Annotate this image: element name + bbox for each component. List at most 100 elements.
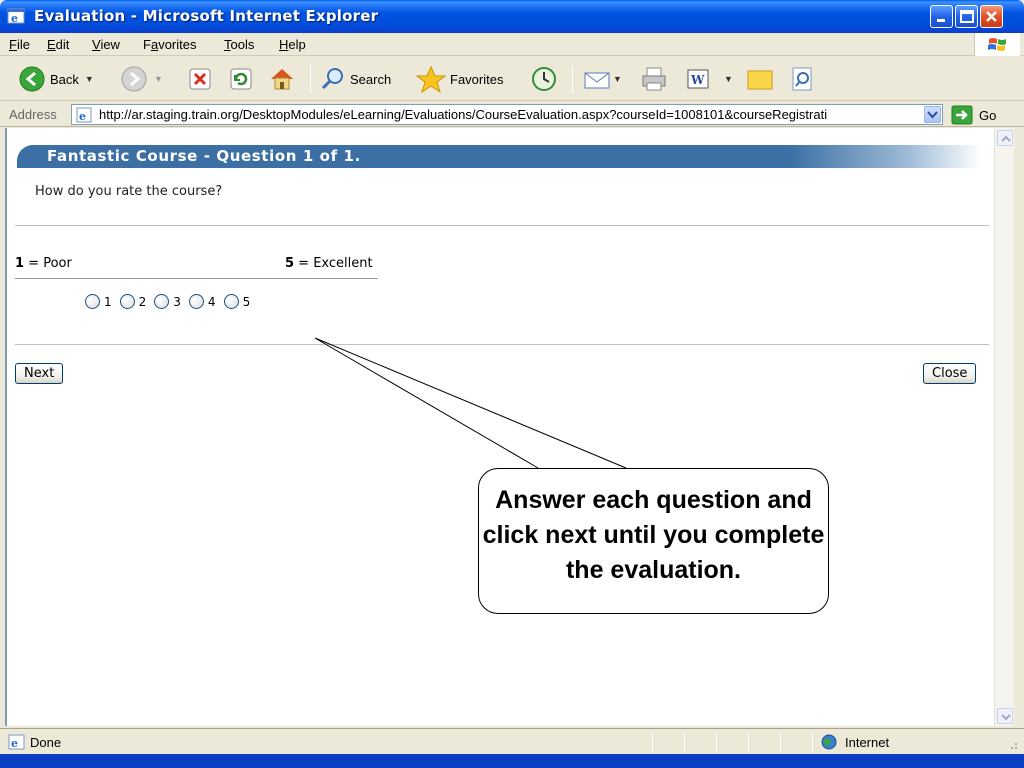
question-header-title: Fantastic Course - Question 1 of 1. bbox=[47, 147, 361, 165]
status-divider bbox=[812, 732, 813, 752]
page-icon: e bbox=[76, 107, 92, 123]
browser-window: e Evaluation - Microsoft Internet Explor… bbox=[0, 0, 1024, 768]
menu-help[interactable]: Help bbox=[279, 37, 306, 52]
status-divider bbox=[780, 732, 781, 752]
menu-tools[interactable]: Tools bbox=[224, 37, 254, 52]
status-bar: e Done Internet bbox=[0, 728, 1024, 754]
radio-button[interactable] bbox=[223, 294, 239, 309]
mail-button[interactable]: ▼ bbox=[583, 63, 622, 95]
chevron-down-icon bbox=[1001, 714, 1011, 721]
rating-option-4[interactable]: 4 bbox=[188, 294, 216, 309]
address-input[interactable]: e http://ar.staging.train.org/DesktopMod… bbox=[71, 104, 943, 125]
address-label: Address bbox=[9, 107, 57, 122]
chevron-up-icon bbox=[1001, 135, 1011, 142]
back-button[interactable]: Back ▼ bbox=[18, 63, 94, 95]
question-header: Fantastic Course - Question 1 of 1. bbox=[17, 145, 982, 168]
svg-text:e: e bbox=[11, 737, 18, 750]
stop-button[interactable] bbox=[188, 63, 212, 95]
instruction-callout: Answer each question and click next unti… bbox=[478, 468, 829, 614]
word-icon: W bbox=[687, 69, 709, 89]
refresh-button[interactable] bbox=[229, 63, 253, 95]
menu-bar: File Edit View Favorites Tools Help bbox=[0, 33, 1024, 56]
rating-option-1[interactable]: 1 bbox=[85, 294, 112, 309]
research-icon bbox=[792, 67, 812, 91]
toolbar-separator bbox=[572, 65, 573, 93]
forward-button[interactable]: ▼ bbox=[120, 63, 163, 95]
window-title: Evaluation - Microsoft Internet Explorer bbox=[34, 7, 379, 25]
ie-icon: e bbox=[7, 8, 25, 25]
minimize-button[interactable] bbox=[930, 5, 953, 28]
svg-text:e: e bbox=[11, 12, 18, 25]
home-button[interactable] bbox=[268, 63, 296, 95]
question-text: How do you rate the course? bbox=[35, 184, 223, 199]
stop-icon bbox=[189, 68, 211, 90]
close-button[interactable]: Close bbox=[923, 363, 977, 384]
radio-button[interactable] bbox=[188, 294, 204, 309]
svg-text:W: W bbox=[690, 73, 705, 87]
maximize-button[interactable] bbox=[955, 5, 978, 28]
title-bar[interactable]: e Evaluation - Microsoft Internet Explor… bbox=[0, 0, 1024, 33]
status-divider bbox=[716, 732, 717, 752]
radio-button[interactable] bbox=[154, 294, 170, 309]
scale-divider bbox=[15, 278, 378, 279]
scroll-down-button[interactable] bbox=[997, 708, 1013, 724]
divider bbox=[15, 225, 989, 226]
chevron-down-icon[interactable]: ▼ bbox=[724, 74, 733, 84]
discuss-button[interactable] bbox=[746, 63, 774, 95]
chevron-down-icon[interactable]: ▼ bbox=[613, 74, 622, 84]
status-divider bbox=[748, 732, 749, 752]
scroll-up-button[interactable] bbox=[997, 130, 1013, 146]
close-icon bbox=[986, 11, 997, 22]
windows-logo bbox=[974, 33, 1020, 56]
history-button[interactable] bbox=[530, 63, 558, 95]
minimize-icon bbox=[937, 19, 945, 22]
print-button[interactable] bbox=[640, 63, 668, 95]
toolbar-separator bbox=[310, 65, 311, 93]
vertical-scrollbar[interactable] bbox=[994, 128, 1014, 726]
rating-option-5[interactable]: 5 bbox=[223, 294, 250, 309]
resize-grip-icon[interactable] bbox=[1008, 740, 1018, 750]
radio-button[interactable] bbox=[119, 294, 135, 309]
refresh-icon bbox=[230, 68, 252, 90]
globe-icon bbox=[821, 734, 837, 750]
status-text: Done bbox=[30, 735, 62, 750]
rating-option-3[interactable]: 3 bbox=[154, 294, 181, 309]
mail-icon bbox=[584, 72, 610, 89]
radio-button[interactable] bbox=[85, 294, 100, 309]
chevron-down-icon bbox=[927, 111, 938, 119]
page-content: Fantastic Course - Question 1 of 1. How … bbox=[5, 128, 994, 726]
chevron-down-icon[interactable]: ▼ bbox=[85, 74, 94, 84]
page-icon: e bbox=[8, 734, 25, 750]
menu-edit[interactable]: Edit bbox=[47, 37, 69, 52]
scale-low-label: 1 = Poor bbox=[15, 256, 72, 271]
menu-favorites[interactable]: Favorites bbox=[143, 37, 196, 52]
chevron-down-icon[interactable]: ▼ bbox=[154, 74, 163, 84]
favorites-button[interactable]: Favorites bbox=[416, 63, 503, 95]
research-button[interactable] bbox=[790, 63, 816, 95]
menu-file[interactable]: File bbox=[9, 37, 30, 52]
star-icon bbox=[416, 65, 446, 93]
status-divider bbox=[684, 732, 685, 752]
scale-high-label: 5 = Excellent bbox=[285, 256, 373, 271]
toolbar: Back ▼ ▼ Search Favorites ▼ W ▼ bbox=[0, 57, 1024, 101]
search-button[interactable]: Search bbox=[320, 63, 391, 95]
next-button[interactable]: Next bbox=[15, 363, 64, 384]
address-url[interactable]: http://ar.staging.train.org/DesktopModul… bbox=[99, 107, 919, 122]
svg-text:e: e bbox=[79, 110, 86, 123]
status-divider bbox=[652, 732, 653, 752]
security-zone: Internet bbox=[845, 735, 890, 750]
address-bar: Address e http://ar.staging.train.org/De… bbox=[0, 102, 1024, 127]
maximize-icon bbox=[960, 10, 974, 23]
window-frame-bottom bbox=[0, 754, 1024, 768]
go-button[interactable]: Go bbox=[951, 105, 996, 125]
menu-view[interactable]: View bbox=[92, 37, 120, 52]
rating-option-2[interactable]: 2 bbox=[119, 294, 146, 309]
edit-word-button[interactable]: W ▼ bbox=[686, 63, 733, 95]
windows-flag-icon bbox=[988, 38, 1006, 51]
close-window-button[interactable] bbox=[980, 5, 1003, 28]
search-icon bbox=[321, 68, 343, 90]
address-dropdown-button[interactable] bbox=[924, 106, 941, 123]
rating-options: 1 2 3 4 5 bbox=[85, 294, 258, 309]
history-icon bbox=[532, 67, 556, 91]
back-arrow-icon bbox=[19, 66, 45, 92]
